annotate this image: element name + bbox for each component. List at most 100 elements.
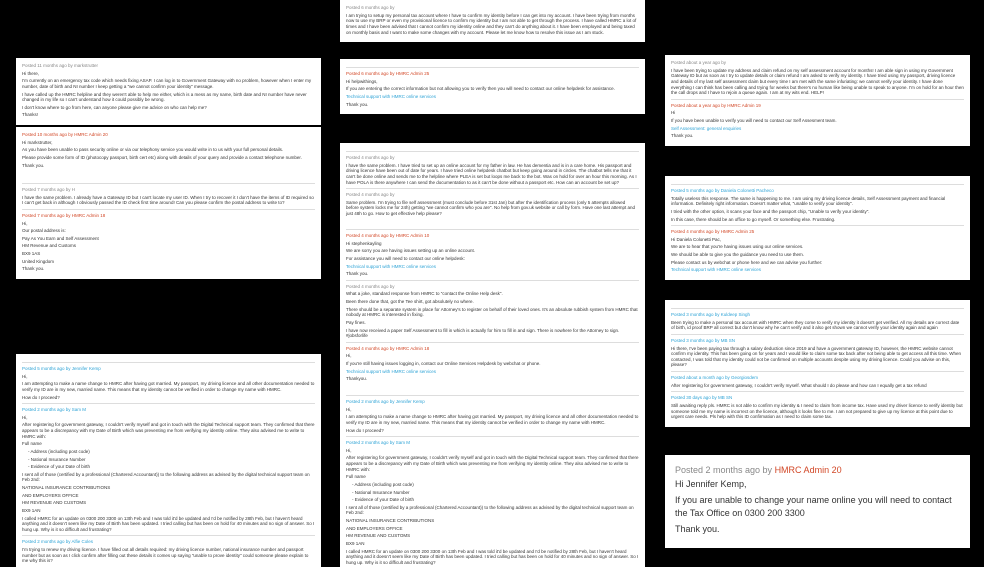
post-text: I am attempting to make a name change to… <box>22 381 315 392</box>
post-meta: Posted 5 months ago by Jennifer Kemp <box>22 366 315 372</box>
post-text: - Evidence of your Date of birth <box>346 497 639 503</box>
post-meta: Posted 2 months ago by Jennifer Kemp <box>346 399 639 405</box>
post-text: Thank you. <box>346 102 639 108</box>
post-text: I have now received a paper Self Assessm… <box>346 328 639 339</box>
post-text: BX9 1AN <box>346 541 639 547</box>
post-text: Full name <box>346 474 639 480</box>
post-text: How do I proceed? <box>346 428 639 434</box>
post: Posted 3 months ago by Kuldeep Singh Bee… <box>665 300 970 427</box>
post-text: Hi, <box>22 221 315 227</box>
post: Posted 7 months ago by H I have the same… <box>16 175 321 279</box>
post-text: If you're still having issues logging in… <box>346 361 639 367</box>
post-meta: Posted 6 months ago by <box>346 5 639 11</box>
post-text: In this case, there should be an office … <box>671 217 964 223</box>
post-text: If you are unable to change your name on… <box>675 494 960 521</box>
post-text: Thank you. <box>346 271 639 277</box>
post-text: Please contact us by webchat or phone he… <box>671 260 964 266</box>
post-text: I'm trying to renew my driving licence. … <box>22 547 315 564</box>
post-text: HM REVENUE AND CUSTOMS <box>346 533 639 539</box>
post-text: Thanks! <box>22 112 315 118</box>
post: Posted 2 months ago by HMRC Admin 20 Hi … <box>665 455 970 548</box>
link[interactable]: Technical support with HMRC online servi… <box>671 267 761 272</box>
post-text: Been there done that, got the Tee shirt,… <box>346 299 639 305</box>
post-text: Hi <box>671 110 964 116</box>
post-text: HM Revenue and Customs <box>22 243 315 249</box>
post-text: For assistance you will need to contact … <box>346 256 639 262</box>
post-text: Same problem. I'm trying to file self as… <box>346 200 639 217</box>
post-text: Hi Daniela Colonetti Pac, <box>671 237 964 243</box>
post-meta: Posted 7 months ago by H <box>22 187 315 193</box>
post-text: If you have been unable to verify you wi… <box>671 118 964 124</box>
post-text: - National Insurance Number <box>346 490 639 496</box>
post: Posted 4 months ago by I have the same p… <box>340 143 645 224</box>
post-meta: Posted 4 months ago by <box>346 284 639 290</box>
post-text: - Address (including post code) <box>346 482 639 488</box>
post-text: I have called up the HMRC helpline and t… <box>22 92 315 103</box>
post-meta: Posted 4 months ago by HMRC Admin 10 <box>346 233 639 239</box>
post-text: Hi, <box>346 448 639 454</box>
post-text: - Address (including post code) <box>22 449 315 455</box>
post-text: Hi helpwithings, <box>346 79 639 85</box>
post: Posted 11 months ago by markstrutter Hi … <box>16 58 321 125</box>
post-meta: Posted 3 months ago by MB SN <box>671 338 964 344</box>
post-text: After registering for government gateway… <box>346 455 639 472</box>
post-text: We should be able to give you the guidan… <box>671 252 964 258</box>
post-meta: Posted 11 months ago by markstrutter <box>22 63 315 69</box>
post-text: - Evidence of your Date of birth <box>22 464 315 470</box>
post-text: Thankyou. <box>346 376 639 382</box>
post-text: Thank you. <box>22 266 315 272</box>
post-text: Hi, <box>22 374 315 380</box>
post-text: I sent all of those (certified by a prof… <box>22 472 315 483</box>
post-text: I called HMRC for an update on 0300 200 … <box>346 549 639 566</box>
post-text: We are to hear that you're having issues… <box>671 244 964 250</box>
post-meta: Posted 10 months ago by HMRC Admin 20 <box>22 132 315 138</box>
post-text: I have the same problem. I have tried to… <box>346 163 639 186</box>
link[interactable]: Technical support with HMRC online servi… <box>346 369 436 374</box>
post: Posted 5 months ago by Jennifer Kemp Hi,… <box>16 354 321 567</box>
post-text: Thank you. <box>675 523 960 537</box>
post-text: What a joke, standard response from HMRC… <box>346 291 639 297</box>
post-text: BX9 1AN <box>22 508 315 514</box>
post-text: I have been trying to update my address … <box>671 68 964 96</box>
post-text: Full name <box>22 441 315 447</box>
post-text: I tried with the other option, it scans … <box>671 209 964 215</box>
post-text: Pay As You Earn and Self Assessment <box>22 236 315 242</box>
post-text: I called HMRC for an update on 0300 200 … <box>22 516 315 533</box>
link[interactable]: Technical support with HMRC online servi… <box>346 94 436 99</box>
post-meta: Posted 4 months ago by HMRC Admin 25 <box>671 229 964 235</box>
post-text: Thank you. <box>671 133 964 139</box>
post-meta: Posted 3 months ago by Kuldeep Singh <box>671 312 964 318</box>
post-text: Hi markstrutter, <box>22 140 315 146</box>
link[interactable]: Technical support with HMRC online servi… <box>346 264 436 269</box>
post-text: Hi Jennifer Kemp, <box>675 478 960 492</box>
post: Posted 2 months ago by Jennifer Kemp Hi,… <box>340 387 645 567</box>
post-text: Our postal address is: <box>22 228 315 234</box>
post-text: Hi, <box>346 407 639 413</box>
post-text: HM REVENUE AND CUSTOMS <box>22 500 315 506</box>
post-meta: Posted 2 months ago by HMRC Admin 20 <box>675 465 960 476</box>
post-meta: Posted 4 months ago by <box>346 155 639 161</box>
post: Posted 4 months ago by HMRC Admin 10 Hi … <box>340 221 645 389</box>
post-text: AND EMPLOYERS OFFICE <box>22 493 315 499</box>
post-text: We are sorry you are having issues setti… <box>346 248 639 254</box>
post: Posted 5 months ago by Daniela Colonetti… <box>665 176 970 280</box>
post-text: Been trying to make a personal tax accou… <box>671 320 964 331</box>
post: Posted 6 months ago by I am trying to se… <box>340 0 645 42</box>
post-meta: Posted 2 months ago by Sam M <box>346 440 639 446</box>
post-text: Thank you. <box>22 163 315 169</box>
post-meta: Posted about a year ago by <box>671 60 964 66</box>
post-meta: Posted about a year ago by HMRC Admin 19 <box>671 103 964 109</box>
post-text: NATIONAL INSURANCE CONTRIBUTIONS <box>346 518 639 524</box>
post-text: Pay fines. <box>346 320 639 326</box>
post-text: Hi there, <box>22 71 315 77</box>
post-text: I am trying to setup my personal tax acc… <box>346 13 639 36</box>
post-text: Hi, <box>346 353 639 359</box>
post-text: Still awaiting reply pls. HMRC is not ab… <box>671 403 964 420</box>
post-text: Totally useless this response. The same … <box>671 196 964 207</box>
post-meta: Posted 5 months ago by Daniela Colonetti… <box>671 188 964 194</box>
post-text: I am attempting to make a name change to… <box>346 414 639 425</box>
post-meta: Posted about a month ago by Georgiosdem <box>671 375 964 381</box>
link[interactable]: Self Assessment: general enquiries <box>671 126 741 131</box>
post-text: BX9 1AS <box>22 251 315 257</box>
post: Posted 6 months ago by HMRC Admin 25 Hi … <box>340 59 645 114</box>
